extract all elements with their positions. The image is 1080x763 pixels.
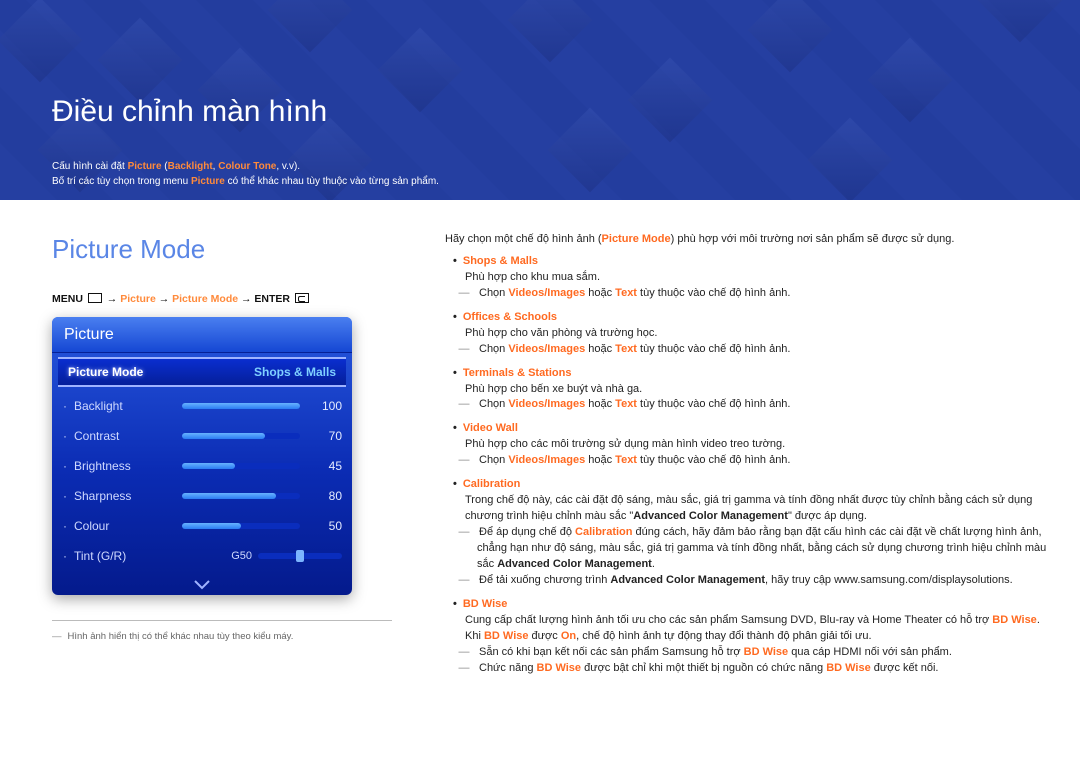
osd-selected-row[interactable]: Picture Mode Shops & Malls [58,357,346,387]
osd-row[interactable]: ·Contrast 70 [62,421,342,451]
item-shops: Shops & Malls Phù hợp cho khu mua sắm. ―… [445,254,1050,302]
bar-fill [182,403,300,409]
osd-row[interactable]: ·Backlight 100 [62,391,342,421]
osd-row[interactable]: ·Brightness 45 [62,451,342,481]
osd-list: ·Backlight 100 ·Contrast 70 ·Brightness … [52,389,352,575]
item-offices: Offices & Schools Phù hợp cho văn phòng … [445,310,1050,358]
item-bdwise: BD Wise Cung cấp chất lượng hình ảnh tối… [445,597,1050,677]
osd-footnote: ―Hình ảnh hiển thị có thể khác nhau tùy … [52,620,392,642]
page-title: Điều chỉnh màn hình [52,95,327,129]
osd-row[interactable]: ·Colour 50 [62,511,342,541]
osd-row[interactable]: ·Sharpness 80 [62,481,342,511]
breadcrumb: MENU → Picture → Picture Mode → ENTER [52,292,311,305]
osd-row-tint[interactable]: ·Tint (G/R) G50 R50 [62,541,342,571]
page: Điều chỉnh màn hình Cấu hình cài đặt Pic… [0,0,1080,763]
page-intro: Cấu hình cài đặt Picture (Backlight, Col… [52,160,439,189]
lead-sentence: Hãy chọn một chế độ hình ảnh (Picture Mo… [445,232,1050,248]
right-column: Hãy chọn một chế độ hình ảnh (Picture Mo… [445,232,1050,676]
chevron-down-icon[interactable] [52,575,352,595]
osd-header: Picture [52,317,352,353]
osd-picture-menu: Picture Picture Mode Shops & Malls ·Back… [52,317,352,595]
section-title: Picture Mode [52,234,205,265]
osd-selected-label: Picture Mode [68,365,143,379]
enter-icon [295,293,309,303]
menu-icon [88,293,102,303]
item-videowall: Video Wall Phù hợp cho các môi trường sử… [445,421,1050,469]
osd-selected-value: Shops & Malls [254,365,336,379]
item-terminals: Terminals & Stations Phù hợp cho bến xe … [445,366,1050,414]
item-calibration: Calibration Trong chế độ này, các cài đặ… [445,477,1050,589]
tint-knob[interactable] [296,550,304,562]
